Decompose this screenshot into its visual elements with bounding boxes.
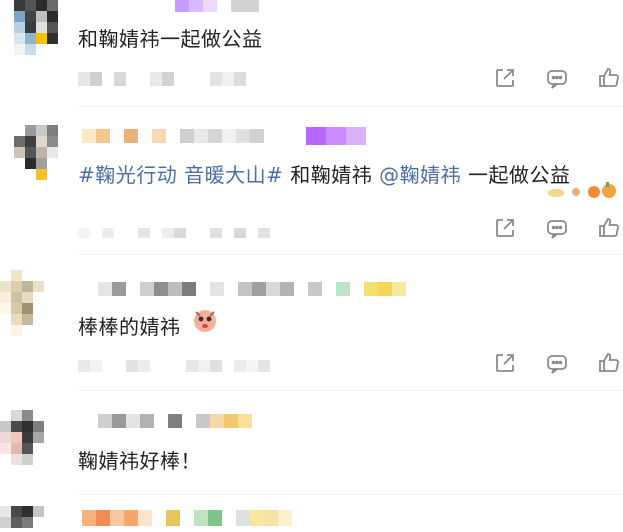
comment-meta-blurred (78, 72, 246, 86)
comment-text-mid: 和鞠婧祎 (283, 163, 380, 187)
divider (78, 254, 623, 255)
topic-tag[interactable]: #鞠光行动 音暖大山# (78, 163, 283, 187)
emoji-sticker (192, 306, 218, 334)
user-mention[interactable]: @鞠婧祎 (379, 163, 461, 187)
avatar[interactable] (0, 506, 44, 532)
comment-text: 棒棒的婧祎 (78, 311, 181, 340)
avatar[interactable] (0, 270, 44, 340)
divider (78, 494, 623, 495)
username-blurred[interactable] (82, 129, 264, 143)
like-icon[interactable] (597, 216, 621, 240)
avatar[interactable] (0, 410, 48, 470)
vip-badge-blurred (306, 127, 366, 145)
username-blurred[interactable] (84, 414, 252, 428)
username-blurred[interactable] (82, 510, 306, 526)
share-icon[interactable] (493, 351, 517, 375)
comment-meta-blurred (78, 228, 270, 238)
comment-text: 和鞠婧祎一起做公益 (78, 27, 263, 51)
share-icon[interactable] (493, 66, 517, 90)
like-icon[interactable] (597, 351, 621, 375)
like-icon[interactable] (597, 66, 621, 90)
emoji-sticker (546, 178, 623, 200)
comment-meta-blurred (78, 360, 270, 372)
comment-text-body: 棒棒的婧祎 (78, 315, 181, 339)
avatar[interactable] (14, 125, 58, 189)
comment-text: 鞠婧祎好棒！ (78, 449, 201, 473)
comment-icon[interactable] (545, 67, 569, 91)
share-icon[interactable] (493, 216, 517, 240)
divider (78, 390, 623, 391)
comment-icon[interactable] (545, 217, 569, 241)
username-blurred[interactable] (175, 0, 259, 12)
comment-text: #鞠光行动 音暖大山# 和鞠婧祎 @鞠婧祎 一起做公益 (78, 159, 570, 188)
divider (78, 106, 623, 107)
comment-icon[interactable] (545, 352, 569, 376)
username-blurred[interactable] (98, 282, 406, 296)
avatar[interactable] (14, 0, 58, 56)
